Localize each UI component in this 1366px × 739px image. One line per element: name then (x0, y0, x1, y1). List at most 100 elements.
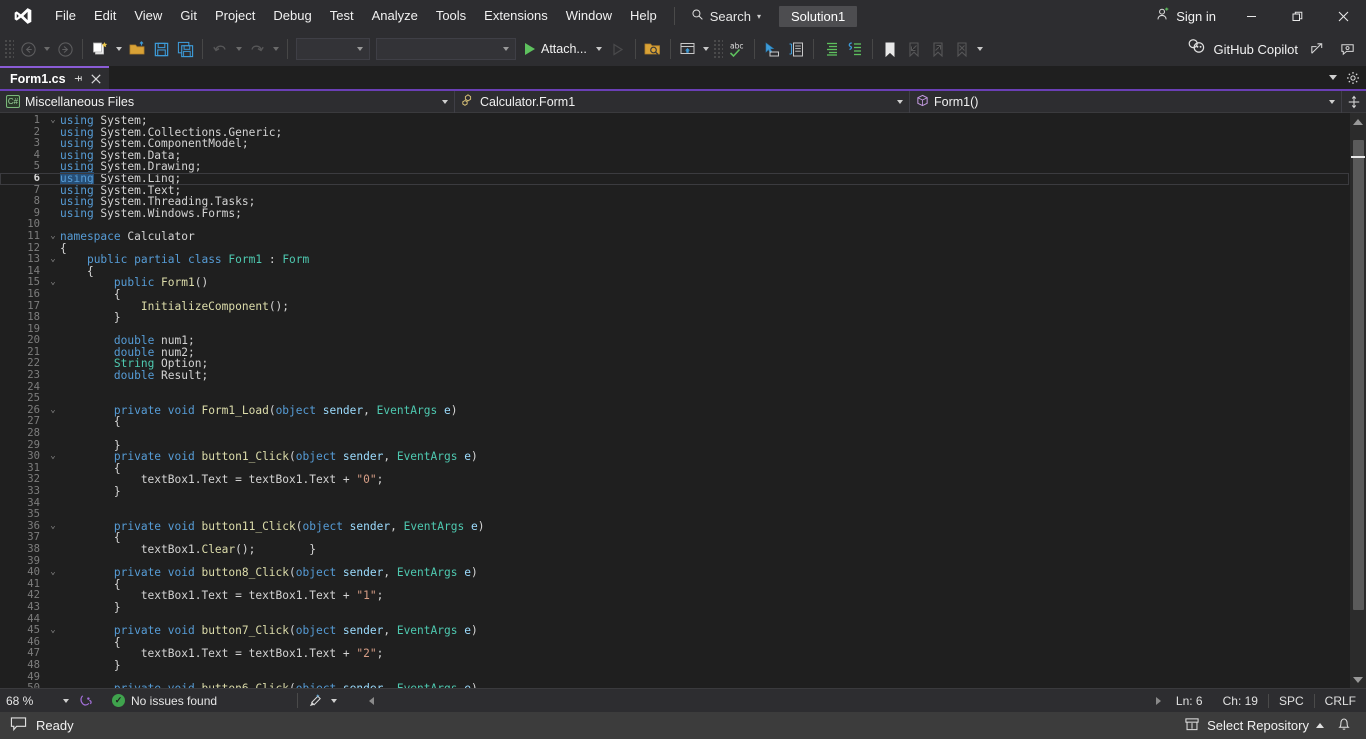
fold-toggle-icon[interactable]: ⌄ (46, 277, 60, 289)
navigate-back-dropdown[interactable] (40, 36, 53, 62)
navbar-member-dropdown[interactable]: Form1() (910, 90, 1342, 113)
code-line[interactable]: 17 InitializeComponent(); (0, 300, 1349, 313)
menu-debug[interactable]: Debug (264, 0, 320, 32)
menu-test[interactable]: Test (321, 0, 363, 32)
menu-analyze[interactable]: Analyze (363, 0, 427, 32)
code-cleanup-icon[interactable] (304, 693, 326, 708)
solution-chip[interactable]: Solution1 (778, 5, 858, 27)
code-line[interactable]: 6 using System.Linq; (0, 171, 1349, 185)
scrollbar-track[interactable] (1350, 130, 1366, 671)
share-icon[interactable] (1305, 36, 1329, 62)
fold-toggle-icon[interactable]: ⌄ (46, 254, 60, 266)
code-line[interactable]: 47 textBox1.Text = textBox1.Text + "2"; (0, 648, 1349, 660)
code-surface[interactable]: 1 ⌄ using System; 2 using System.Collections… (0, 113, 1349, 688)
navigate-back-button[interactable] (16, 36, 40, 62)
intellicode-icon[interactable] (74, 693, 98, 708)
navbar-project-dropdown[interactable]: C# Miscellaneous Files (0, 90, 455, 113)
fold-toggle-icon[interactable]: ⌄ (46, 451, 60, 463)
close-button[interactable] (1320, 0, 1366, 32)
toolbar-grip[interactable] (4, 39, 14, 59)
previous-bookmark-button[interactable] (902, 36, 926, 62)
toggle-bookmark-button[interactable] (878, 36, 902, 62)
tab-form1-cs[interactable]: Form1.cs (0, 66, 109, 89)
code-line[interactable]: 15 ⌄ public Form1() (0, 277, 1349, 289)
code-line[interactable]: 42 textBox1.Text = textBox1.Text + "1"; (0, 590, 1349, 602)
save-all-button[interactable] (173, 36, 197, 62)
code-cleanup-dropdown[interactable] (326, 689, 342, 713)
undo-button[interactable] (208, 36, 232, 62)
undo-dropdown[interactable] (232, 36, 245, 62)
code-line[interactable]: 48 } (0, 659, 1349, 672)
code-line[interactable]: 4 using System.Data; (0, 149, 1349, 162)
clear-bookmarks-button[interactable] (950, 36, 974, 62)
pin-icon[interactable] (73, 73, 84, 84)
code-line[interactable]: 38 textBox1.Clear(); } (0, 543, 1349, 556)
next-bookmark-button[interactable] (926, 36, 950, 62)
menu-window[interactable]: Window (557, 0, 621, 32)
navigate-forward-button[interactable] (53, 36, 77, 62)
find-in-files-button[interactable] (641, 36, 665, 62)
code-line[interactable]: 40 ⌄ private void button8_Click(object se… (0, 567, 1349, 579)
spell-check-button[interactable]: abc (725, 36, 749, 62)
toolbar-grip-2[interactable] (712, 39, 723, 59)
fold-toggle-icon[interactable]: ⌄ (46, 521, 60, 533)
start-without-debug-button[interactable] (606, 36, 630, 62)
redo-button[interactable] (245, 36, 269, 62)
horizontal-scroll-left[interactable] (364, 689, 378, 713)
increase-indent-button[interactable] (819, 36, 843, 62)
code-line[interactable]: 32 textBox1.Text = textBox1.Text + "0"; (0, 474, 1349, 486)
close-tab-icon[interactable] (90, 73, 101, 84)
github-copilot-label[interactable]: GitHub Copilot (1213, 42, 1298, 57)
code-line[interactable]: 13 ⌄ public partial class Form1 : Form (0, 254, 1349, 266)
fold-toggle-icon[interactable]: ⌄ (46, 625, 60, 637)
scrollbar-up-arrow[interactable] (1350, 113, 1366, 130)
scrollbar-down-arrow[interactable] (1350, 671, 1366, 688)
zoom-level-combo[interactable]: 68 % (0, 689, 58, 713)
redo-dropdown[interactable] (269, 36, 282, 62)
zoom-dropdown-arrow[interactable] (58, 689, 74, 713)
line-ending-indicator[interactable]: CRLF (1313, 693, 1366, 708)
spaces-indicator[interactable]: SPC (1267, 693, 1314, 708)
select-element-button[interactable] (760, 36, 784, 62)
code-line[interactable]: 43 } (0, 601, 1349, 614)
split-view-icon[interactable] (1342, 91, 1366, 113)
restore-button[interactable] (1274, 0, 1320, 32)
fold-toggle-icon[interactable]: ⌄ (46, 115, 60, 127)
code-line[interactable]: 11 ⌄ namespace Calculator (0, 230, 1349, 243)
search-input[interactable]: Search ▾ (683, 0, 769, 32)
code-line[interactable]: 27 { (0, 416, 1349, 428)
select-repository-button[interactable]: Select Repository (1184, 717, 1324, 735)
fold-toggle-icon[interactable]: ⌄ (46, 567, 60, 579)
menu-tools[interactable]: Tools (427, 0, 475, 32)
new-project-button[interactable] (88, 36, 112, 62)
fold-toggle-icon[interactable]: ⌄ (46, 231, 60, 243)
code-line[interactable]: 23 double Result; (0, 369, 1349, 382)
menu-edit[interactable]: Edit (85, 0, 125, 32)
code-line[interactable]: 5 using System.Drawing; (0, 161, 1349, 173)
code-line[interactable]: 36 ⌄ private void button11_Click(object s… (0, 520, 1349, 533)
issues-indicator[interactable]: ✓ No issues found (98, 694, 217, 708)
attach-dropdown[interactable] (593, 36, 606, 62)
code-line[interactable]: 50⌄ private void button6_Click(object se… (0, 682, 1349, 688)
menu-file[interactable]: File (46, 0, 85, 32)
code-line[interactable]: 3 using System.ComponentModel; (0, 138, 1349, 150)
code-line[interactable]: 33 } (0, 485, 1349, 498)
feedback-icon[interactable] (1336, 36, 1360, 62)
menu-help[interactable]: Help (621, 0, 666, 32)
editor-vertical-scrollbar[interactable] (1349, 113, 1366, 688)
comment-selection-button[interactable] (843, 36, 867, 62)
window-layout-button[interactable] (676, 36, 700, 62)
sign-in-button[interactable]: Sign in (1143, 0, 1228, 32)
code-line[interactable]: 9 using System.Windows.Forms; (0, 207, 1349, 220)
line-indicator[interactable]: Ln: 6 (1166, 694, 1213, 708)
minimize-button[interactable] (1228, 0, 1274, 32)
menu-git[interactable]: Git (171, 0, 206, 32)
chevron-down-icon[interactable]: ▾ (757, 12, 761, 21)
code-line[interactable]: 28 (0, 427, 1349, 440)
code-line[interactable]: 19 (0, 323, 1349, 336)
menu-project[interactable]: Project (206, 0, 264, 32)
fold-toggle-icon[interactable]: ⌄ (46, 405, 60, 417)
open-file-button[interactable] (125, 36, 149, 62)
bell-icon[interactable] (1336, 716, 1352, 735)
new-project-dropdown[interactable] (112, 36, 125, 62)
